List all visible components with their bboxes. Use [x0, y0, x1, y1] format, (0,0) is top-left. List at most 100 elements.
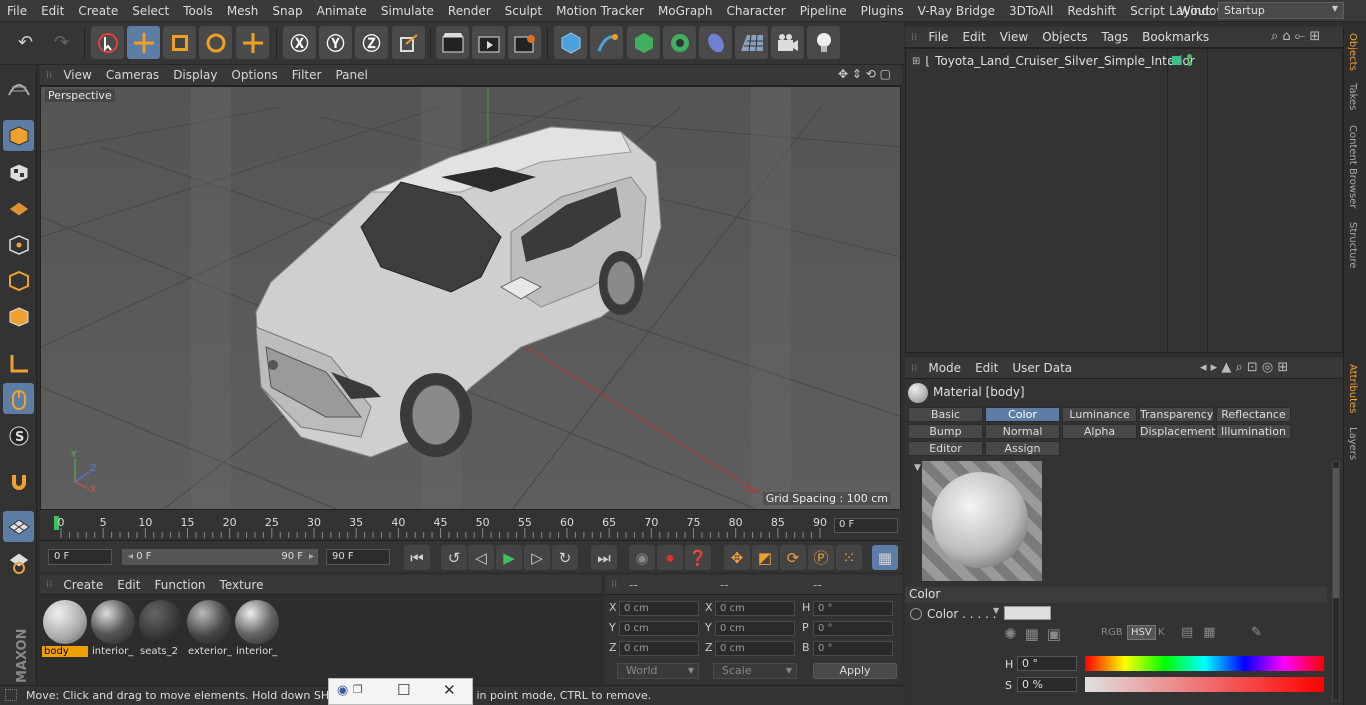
select-tool-icon[interactable]	[91, 26, 124, 59]
workplane-mode-icon[interactable]	[3, 193, 34, 224]
tab-content-browser[interactable]: Content Browser	[1347, 125, 1358, 208]
menu-simulate[interactable]: Simulate	[374, 0, 441, 22]
key-position-icon[interactable]: ✥	[724, 545, 750, 570]
material-exterior[interactable]: exterior_	[186, 598, 232, 658]
panel-grip-icon[interactable]: ⁞⁞	[905, 32, 921, 43]
menu-script[interactable]: Script	[1123, 0, 1172, 22]
rotation-p-field[interactable]: 0 °	[813, 621, 893, 636]
size-z-field[interactable]: 0 cm	[715, 641, 795, 656]
previous-frame-icon[interactable]: ◁	[468, 545, 494, 570]
restore-icon[interactable]: ❐	[353, 683, 363, 696]
render-to-picture-viewer-icon[interactable]	[472, 26, 505, 59]
tab-transparency[interactable]: Transparency	[1139, 407, 1214, 422]
snap-magnet-icon[interactable]	[3, 466, 34, 497]
3d-viewport[interactable]: Y Z X Perspective Grid Spacing : 100 cm	[40, 86, 901, 510]
size-mode-select[interactable]: Scale ▼	[713, 663, 797, 679]
floor-icon[interactable]	[735, 26, 768, 59]
z-axis-lock-icon[interactable]: Ⓩ	[355, 26, 388, 59]
edges-mode-icon[interactable]	[3, 265, 34, 296]
tab-color[interactable]: Color	[985, 407, 1060, 422]
pen-spline-icon[interactable]	[590, 26, 623, 59]
solo-icon[interactable]: S	[3, 420, 34, 451]
axis-mode-icon[interactable]	[3, 348, 34, 379]
camera-icon[interactable]	[771, 26, 804, 59]
rotation-b-field[interactable]: 0 °	[813, 641, 893, 656]
position-y-field[interactable]: 0 cm	[619, 621, 699, 636]
rotate-tool-icon[interactable]	[199, 26, 232, 59]
tab-reflectance[interactable]: Reflectance	[1216, 407, 1291, 422]
editor-visibility-dot[interactable]	[1187, 54, 1192, 59]
layer-color-icon[interactable]	[1172, 56, 1181, 65]
render-view-icon[interactable]	[436, 26, 469, 59]
panel-grip-icon[interactable]: ⁞⁞	[40, 579, 56, 590]
material-interior-1[interactable]: interior_	[90, 598, 136, 658]
texture-mode-icon[interactable]	[3, 157, 34, 188]
expand-icon[interactable]: ⊞	[912, 56, 920, 67]
viewport-nav-icons[interactable]: ✥ ⇕ ⟲ ▢	[838, 67, 891, 81]
subdivision-surface-icon[interactable]	[627, 26, 660, 59]
color-swatch[interactable]	[1004, 606, 1051, 620]
object-menu-file[interactable]: File	[921, 30, 955, 44]
object-menu-objects[interactable]: Objects	[1035, 30, 1094, 44]
menu-snap[interactable]: Snap	[265, 0, 309, 22]
go-to-end-icon[interactable]: ⏭	[591, 545, 617, 570]
menu-plugins[interactable]: Plugins	[854, 0, 911, 22]
hue-field[interactable]: 0 °	[1017, 656, 1077, 671]
viewport-camera-label[interactable]: Perspective	[45, 89, 115, 102]
object-row[interactable]: ⊞ ⌊ Toyota_Land_Cruiser_Silver_Simple_In…	[912, 54, 1195, 68]
scrollbar-thumb[interactable]	[1333, 468, 1339, 598]
saturation-field[interactable]: 0 %	[1017, 677, 1077, 692]
viewport-menu-filter[interactable]: Filter	[285, 68, 329, 82]
maximize-icon[interactable]: ☐	[397, 681, 410, 699]
cloner-icon[interactable]	[663, 26, 696, 59]
viewport-menu-display[interactable]: Display	[166, 68, 224, 82]
attributes-menu-user-data[interactable]: User Data	[1005, 361, 1079, 375]
tab-bump[interactable]: Bump	[908, 424, 983, 439]
eyedropper-icon[interactable]: ✎	[1251, 625, 1262, 640]
start-frame-field[interactable]: 0 F	[48, 549, 112, 565]
key-parameter-icon[interactable]: Ⓟ	[808, 545, 834, 570]
points-mode-icon[interactable]	[3, 229, 34, 260]
color-mixer-icons[interactable]: ▤▦	[1181, 625, 1226, 640]
menu-select[interactable]: Select	[125, 0, 176, 22]
material-menu-create[interactable]: Create	[56, 578, 110, 592]
tab-structure[interactable]: Structure	[1347, 222, 1358, 269]
x-axis-lock-icon[interactable]: Ⓧ	[283, 26, 316, 59]
menu-mograph[interactable]: MoGraph	[651, 0, 720, 22]
kelvin-mode-button[interactable]: K	[1158, 627, 1165, 638]
menu-motion-tracker[interactable]: Motion Tracker	[549, 0, 651, 22]
polygons-mode-icon[interactable]	[3, 301, 34, 332]
attributes-menu-mode[interactable]: Mode	[921, 361, 968, 375]
tab-basic[interactable]: Basic	[908, 407, 983, 422]
redo-icon[interactable]: ↷	[45, 26, 78, 59]
render-settings-icon[interactable]	[508, 26, 541, 59]
undo-icon[interactable]: ↶	[9, 26, 42, 59]
keyframe-selection-icon[interactable]: ❓	[685, 545, 711, 570]
record-keys-icon[interactable]: ◉	[629, 545, 655, 570]
tab-attributes[interactable]: Attributes	[1347, 364, 1358, 413]
tab-layers[interactable]: Layers	[1347, 427, 1358, 460]
current-frame-field[interactable]: 0 F	[834, 518, 898, 533]
tweak-mouse-icon[interactable]	[3, 383, 34, 414]
workplane-grid-icon[interactable]	[3, 511, 34, 542]
material-menu-function[interactable]: Function	[147, 578, 212, 592]
model-mode-icon[interactable]	[3, 120, 34, 151]
deformer-icon[interactable]	[699, 26, 732, 59]
saturation-slider[interactable]	[1085, 677, 1324, 692]
timeline-ruler[interactable]: 0 5 10 15 20 25 30 35 40 45 50 55 60 65 70 75 80 85 90 0 F	[40, 510, 902, 540]
next-key-icon[interactable]: ↻	[552, 545, 578, 570]
key-pla-icon[interactable]: ⁙	[836, 545, 862, 570]
tab-assign[interactable]: Assign	[985, 441, 1060, 456]
y-axis-lock-icon[interactable]: Ⓨ	[319, 26, 352, 59]
close-icon[interactable]: ✕	[443, 681, 456, 699]
panel-grip-icon[interactable]: ⁞⁞	[605, 579, 621, 590]
end-frame-field[interactable]: 90 F	[326, 549, 390, 565]
object-name[interactable]: Toyota_Land_Cruiser_Silver_Simple_Interi…	[935, 54, 1195, 68]
menu-character[interactable]: Character	[719, 0, 792, 22]
tab-illumination[interactable]: Illumination	[1216, 424, 1291, 439]
play-icon[interactable]: ▶	[496, 545, 522, 570]
menu-animate[interactable]: Animate	[310, 0, 374, 22]
tab-normal[interactable]: Normal	[985, 424, 1060, 439]
menu-create[interactable]: Create	[71, 0, 125, 22]
object-menu-bookmarks[interactable]: Bookmarks	[1135, 30, 1216, 44]
